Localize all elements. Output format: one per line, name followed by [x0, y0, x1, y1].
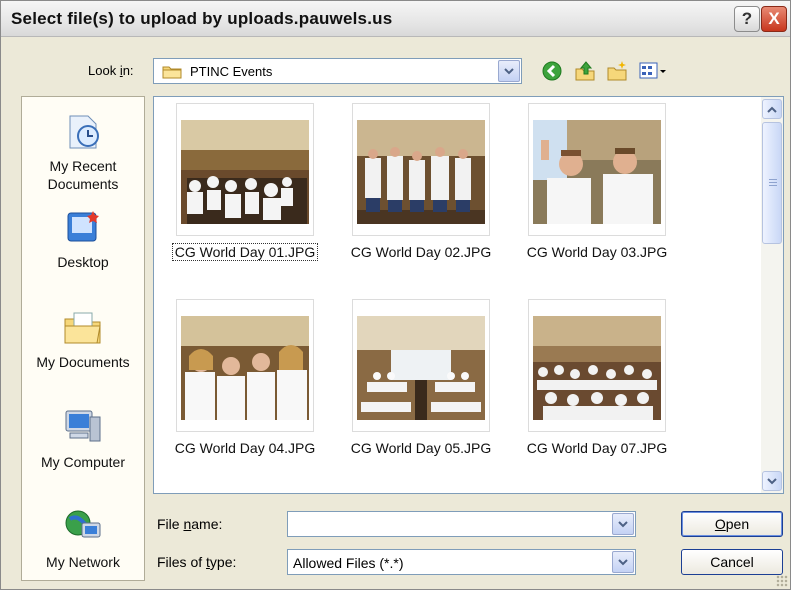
place-my-network[interactable]: My Network — [22, 505, 144, 571]
file-thumbnail[interactable] — [176, 103, 314, 236]
file-name-input[interactable] — [287, 511, 636, 537]
chevron-down-icon — [618, 520, 628, 527]
my-computer-icon — [61, 405, 105, 449]
photo-thumbnail — [533, 120, 661, 224]
vertical-scrollbar[interactable] — [761, 97, 783, 493]
place-my-computer[interactable]: My Computer — [22, 405, 144, 471]
file-name-dropdown-button[interactable] — [612, 513, 634, 535]
photo-thumbnail — [181, 120, 309, 224]
file-name[interactable]: CG World Day 05.JPG — [336, 440, 506, 456]
chevron-up-icon — [767, 106, 777, 113]
recent-documents-icon — [61, 109, 105, 153]
photo-thumbnail — [181, 316, 309, 420]
file-thumbnail[interactable] — [352, 103, 490, 236]
file-list[interactable]: CG World Day 01.JPG CG World Day 02.JPG … — [153, 96, 784, 494]
file-thumbnail[interactable] — [176, 299, 314, 432]
file-name[interactable]: CG World Day 04.JPG — [160, 440, 330, 456]
chevron-down-icon — [767, 477, 777, 484]
files-of-type-select[interactable]: Allowed Files (*.*) — [287, 549, 636, 575]
look-in-value: PTINC Events — [190, 64, 273, 79]
scroll-down-button[interactable] — [762, 471, 782, 491]
chevron-down-icon — [504, 67, 514, 74]
file-thumbnail[interactable] — [528, 299, 666, 432]
files-of-type-dropdown-button[interactable] — [612, 551, 634, 573]
photo-thumbnail — [533, 316, 661, 420]
place-my-recent-documents[interactable]: My Recent Documents — [22, 109, 144, 193]
title-bar[interactable]: Select file(s) to upload by uploads.pauw… — [1, 1, 790, 37]
file-name[interactable]: CG World Day 07.JPG — [512, 440, 682, 456]
chevron-down-icon — [618, 558, 628, 565]
file-name[interactable]: CG World Day 03.JPG — [512, 244, 682, 260]
cancel-button[interactable]: Cancel — [681, 549, 783, 575]
file-thumbnail[interactable] — [528, 103, 666, 236]
grip-icon — [769, 179, 777, 187]
up-folder-icon[interactable] — [573, 59, 597, 83]
look-in-dropdown-button[interactable] — [498, 60, 520, 82]
my-network-icon — [61, 505, 105, 549]
new-folder-icon[interactable] — [605, 59, 629, 83]
look-in-label: Look in: — [88, 63, 134, 78]
close-button[interactable]: X — [761, 6, 787, 32]
resize-grip-icon[interactable] — [776, 575, 788, 587]
folder-icon — [162, 66, 182, 79]
scroll-up-button[interactable] — [762, 99, 782, 119]
file-name[interactable]: CG World Day 02.JPG — [336, 244, 506, 260]
help-button[interactable]: ? — [734, 6, 760, 32]
place-my-documents[interactable]: My Documents — [22, 305, 144, 371]
scroll-thumb[interactable] — [762, 122, 782, 244]
back-icon[interactable] — [540, 59, 564, 83]
my-documents-icon — [61, 305, 105, 349]
file-name[interactable]: CG World Day 01.JPG — [160, 243, 330, 261]
open-button[interactable]: Open — [681, 511, 783, 537]
photo-thumbnail — [357, 316, 485, 420]
desktop-icon — [61, 205, 105, 249]
look-in-combo[interactable]: PTINC Events — [153, 58, 522, 84]
window-title: Select file(s) to upload by uploads.pauw… — [11, 9, 393, 28]
photo-thumbnail — [357, 120, 485, 224]
places-bar: My Recent Documents Desktop My Documents… — [21, 96, 145, 581]
view-menu-icon[interactable] — [638, 59, 668, 83]
place-desktop[interactable]: Desktop — [22, 205, 144, 271]
files-of-type-label: Files of type: — [157, 554, 237, 570]
file-thumbnail[interactable] — [352, 299, 490, 432]
file-name-label: File name: — [157, 516, 223, 532]
file-upload-dialog: Select file(s) to upload by uploads.pauw… — [0, 0, 791, 590]
